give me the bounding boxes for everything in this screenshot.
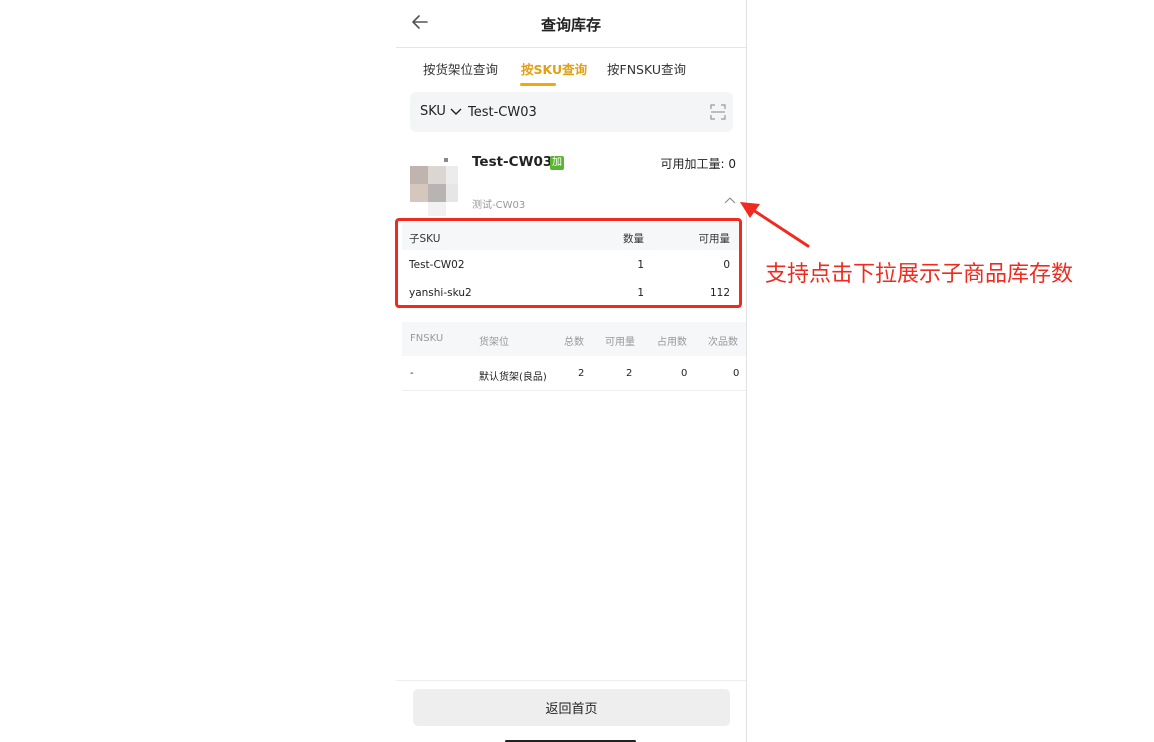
chevron-up-icon[interactable] bbox=[724, 196, 736, 206]
table-row: - 默认货架(良品) 2 2 0 0 bbox=[402, 356, 746, 391]
annotation-arrow-icon bbox=[740, 202, 810, 248]
tab-by-sku[interactable]: 按SKU查询 bbox=[521, 59, 587, 78]
search-type-label: SKU bbox=[420, 104, 446, 119]
shelf-cell: 默认货架(良品) bbox=[479, 372, 547, 383]
annotation-text: 支持点击下拉展示子商品库存数 bbox=[765, 262, 1074, 287]
phone-screen: 查询库存 按货架位查询 按SKU查询 按FNSKU查询 SKU Test-CW0… bbox=[396, 0, 747, 742]
defective-cell: 0 bbox=[733, 368, 740, 379]
table-header: FNSKU 货架位 总数 可用量 占用数 次品数 bbox=[402, 322, 746, 356]
chevron-down-icon bbox=[450, 108, 462, 115]
search-bar: SKU bbox=[410, 92, 733, 132]
total-cell: 2 bbox=[578, 368, 585, 379]
occupied-cell: 0 bbox=[681, 368, 688, 379]
product-name: Test-CW03 bbox=[472, 154, 553, 170]
product-thumbnail bbox=[410, 158, 462, 216]
back-home-button[interactable]: 返回首页 bbox=[413, 689, 730, 726]
column-header: 次品数 bbox=[708, 337, 738, 348]
column-header: 货架位 bbox=[479, 337, 509, 348]
column-header: 总数 bbox=[564, 337, 584, 348]
active-tab-indicator bbox=[520, 83, 556, 86]
tab-bar: 按货架位查询 按SKU查询 按FNSKU查询 bbox=[396, 48, 746, 90]
available-processing: 可用加工量: 0 bbox=[660, 157, 737, 171]
search-input[interactable] bbox=[468, 101, 698, 123]
tab-by-fnsku[interactable]: 按FNSKU查询 bbox=[607, 59, 686, 78]
annotation-highlight-box bbox=[395, 218, 742, 308]
tab-by-shelf[interactable]: 按货架位查询 bbox=[423, 59, 498, 78]
column-header: FNSKU bbox=[410, 333, 444, 344]
available-cell: 2 bbox=[626, 368, 633, 379]
bottom-bar: 返回首页 bbox=[396, 680, 746, 742]
fnsku-cell: - bbox=[410, 368, 414, 379]
column-header: 可用量 bbox=[605, 337, 635, 348]
header: 查询库存 bbox=[396, 0, 746, 48]
processing-badge: 加 bbox=[550, 156, 564, 170]
search-type-select[interactable]: SKU bbox=[420, 104, 462, 119]
stage: 查询库存 按货架位查询 按SKU查询 按FNSKU查询 SKU Test-CW0… bbox=[0, 0, 1154, 742]
page-title: 查询库存 bbox=[540, 16, 601, 34]
column-header: 占用数 bbox=[657, 337, 687, 348]
product-subtitle: 测试-CW03 bbox=[472, 200, 526, 211]
scan-icon[interactable] bbox=[710, 104, 726, 120]
